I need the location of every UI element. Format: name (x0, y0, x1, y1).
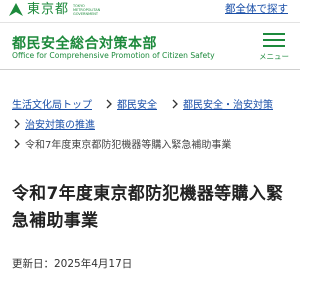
breadcrumb-link[interactable]: 都民安全 (117, 96, 157, 111)
site-header: 都民安全総合対策本部 Office for Comprehensive Prom… (0, 22, 300, 70)
breadcrumb-item[interactable]: 都民安全・治安対策 (170, 96, 273, 111)
breadcrumb-item[interactable]: 治安対策の推進 (12, 116, 95, 131)
breadcrumb-link[interactable]: 生活文化局トップ (12, 96, 92, 111)
chevron-right-icon (14, 119, 20, 128)
logo-text: 東京都 (27, 2, 70, 17)
breadcrumb-item[interactable]: 都民安全 (104, 96, 157, 111)
breadcrumb-current: 令和7年度東京都防犯機器等購入緊急補助事業 (25, 140, 232, 151)
breadcrumb-item[interactable]: 生活文化局トップ (12, 96, 92, 111)
hamburger-icon (263, 33, 285, 47)
search-all-tokyo-link[interactable]: 都全体で探す (225, 1, 288, 16)
updated-date: 更新日：2025年4月17日 (12, 258, 133, 270)
chevron-right-icon (172, 99, 178, 108)
site-title[interactable]: 都民安全総合対策本部 (12, 33, 157, 53)
menu-label: メニュー (259, 52, 289, 61)
site-subtitle: Office for Comprehensive Promotion of Ci… (12, 51, 215, 60)
logo-subtext: TOKYO METROPOLITAN GOVERNMENT (73, 4, 101, 16)
top-bar: 東京都 TOKYO METROPOLITAN GOVERNMENT 都全体で探す (0, 0, 300, 22)
breadcrumb-link[interactable]: 都民安全・治安対策 (183, 96, 273, 111)
page-title: 令和7年度東京都防犯機器等購入緊急補助事業 (12, 183, 284, 230)
tokyo-logo[interactable]: 東京都 TOKYO METROPOLITAN GOVERNMENT (8, 3, 107, 17)
chevron-right-icon (106, 99, 112, 108)
breadcrumb-link[interactable]: 治安対策の推進 (25, 116, 95, 131)
menu-button[interactable]: メニュー (256, 29, 292, 63)
chevron-right-icon (14, 139, 20, 148)
breadcrumb-item: 令和7年度東京都防犯機器等購入緊急補助事業 (12, 136, 231, 151)
tokyo-emblem-icon (9, 3, 23, 16)
breadcrumb: 生活文化局トップ 都民安全 都民安全・治安対策 治安対策の推進 令和7年度東京都… (0, 96, 300, 156)
